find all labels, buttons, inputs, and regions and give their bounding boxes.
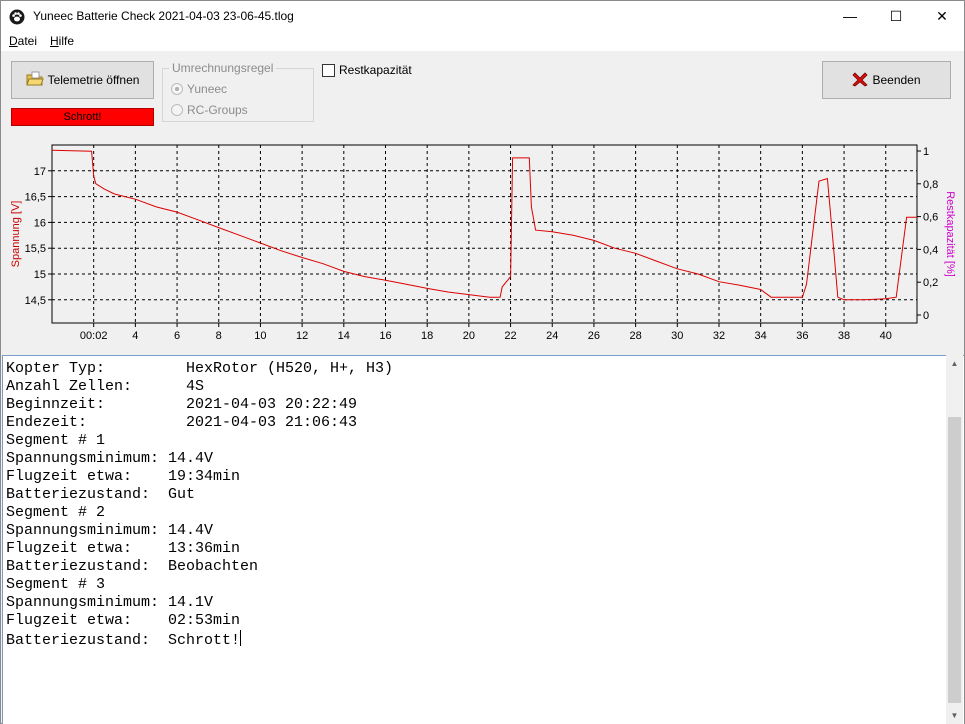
scroll-up-icon[interactable]: ▲	[946, 355, 963, 372]
menu-bar: Datei Hilfe	[1, 31, 964, 51]
log-line: Flugzeit etwa: 19:34min	[6, 468, 241, 485]
log-line: Batteriezustand: Gut	[6, 486, 196, 503]
menu-hilfe-accel: H	[50, 34, 59, 48]
x-tick-label: 32	[713, 330, 725, 342]
x-axis-ticks: 00:02 4 6 8 10 12 14 16 18 20 22 24 26 28 30 32 34 36 38 40	[80, 323, 892, 342]
radio-rc-groups[interactable]: RC-Groups	[171, 102, 248, 118]
y2-tick-label: 0,8	[923, 179, 938, 191]
y-tick-label: 15	[34, 269, 46, 281]
x-tick-label: 40	[880, 330, 892, 342]
y-tick-label: 15,5	[25, 243, 46, 255]
radio-yuneec[interactable]: Yuneec	[171, 81, 227, 97]
y2-axis-ticks: 1 0,8 0,6 0,4 0,2 0	[917, 146, 938, 322]
y-tick-label: 17	[34, 166, 46, 178]
minimize-button[interactable]: —	[827, 1, 873, 31]
checkbox-label: Restkapazität	[339, 63, 412, 77]
x-tick-label: 34	[755, 330, 767, 342]
x-tick-label: 38	[838, 330, 850, 342]
status-badge: Schrott!	[11, 108, 154, 126]
open-telemetry-button[interactable]: Telemetrie öffnen	[11, 61, 154, 99]
log-line: Segment # 2	[6, 504, 106, 521]
y2-tick-label: 0,2	[923, 277, 938, 289]
toolbar: Telemetrie öffnen Schrott! Umrechnungsre…	[1, 51, 964, 135]
radio-rc-groups-dot	[171, 104, 183, 116]
radio-rc-groups-label: RC-Groups	[187, 103, 248, 117]
red-x-icon	[852, 71, 869, 90]
quit-label: Beenden	[872, 73, 921, 87]
quit-button[interactable]: Beenden	[822, 61, 951, 99]
y-tick-label: 14,5	[25, 295, 46, 307]
menu-datei[interactable]: Datei	[9, 34, 37, 48]
x-tick-label: 28	[629, 330, 641, 342]
y2-tick-label: 0,4	[923, 244, 938, 256]
close-button[interactable]: ✕	[919, 1, 965, 31]
scroll-thumb[interactable]	[948, 417, 961, 703]
log-textarea[interactable]: Kopter Typ: HexRotor (H520, H+, H3) Anzah…	[2, 355, 964, 724]
x-tick-label: 14	[338, 330, 350, 342]
y-tick-label: 16	[34, 217, 46, 229]
log-line: Flugzeit etwa: 02:53min	[6, 612, 241, 629]
menu-datei-accel: D	[9, 34, 18, 48]
app-window: Yuneec Batterie Check 2021-04-03 23-06-4…	[0, 0, 965, 724]
x-tick-label: 16	[379, 330, 391, 342]
x-tick-label: 6	[174, 330, 180, 342]
conversion-group-title: Umrechnungsregel	[169, 61, 277, 75]
chart-svg: 00:02 4 6 8 10 12 14 16 18 20 22 24 26 28 30 32 34 36 38 40…	[10, 144, 956, 342]
log-line: Spannungsminimum: 14.4V	[6, 522, 214, 539]
voltage-chart: 00:02 4 6 8 10 12 14 16 18 20 22 24 26 28 30 32 34 36 38 40…	[1, 135, 964, 353]
log-line: Segment # 3	[6, 576, 106, 593]
y2-tick-label: 0	[923, 310, 929, 322]
x-tick-label: 36	[796, 330, 808, 342]
title-bar: Yuneec Batterie Check 2021-04-03 23-06-4…	[1, 1, 964, 31]
x-tick-label: 24	[546, 330, 558, 342]
x-tick-label: 20	[463, 330, 475, 342]
menu-hilfe[interactable]: Hilfe	[50, 34, 74, 48]
log-line: Beginnzeit: 2021-04-03 20:22:49	[6, 396, 358, 413]
y-axis-ticks: 17 16,5 16 15,5 15 14,5	[25, 166, 52, 307]
radio-yuneec-label: Yuneec	[187, 82, 228, 96]
y2-axis-label: Restkapazität [%]	[944, 191, 956, 277]
log-line: Segment # 1	[6, 432, 106, 449]
x-tick-label: 4	[132, 330, 138, 342]
log-line: Endezeit: 2021-04-03 21:06:43	[6, 414, 358, 431]
log-content: Kopter Typ: HexRotor (H520, H+, H3) Anzah…	[6, 360, 393, 650]
x-tick-label: 22	[504, 330, 516, 342]
x-tick-label: 12	[296, 330, 308, 342]
log-line: Anzahl Zellen: 4S	[6, 378, 205, 395]
menu-datei-label: atei	[17, 34, 38, 48]
y2-tick-label: 1	[923, 146, 929, 158]
folder-icon	[25, 71, 44, 90]
log-line: Batteriezustand: Beobachten	[6, 558, 259, 575]
restkapazitaet-checkbox[interactable]: Restkapazität	[322, 63, 412, 77]
x-tick-label: 8	[216, 330, 222, 342]
log-line: Batteriezustand: Schrott!	[6, 630, 242, 649]
log-line: Spannungsminimum: 14.4V	[6, 450, 214, 467]
x-tick-label: 30	[671, 330, 683, 342]
x-tick-label: 26	[588, 330, 600, 342]
vertical-scrollbar[interactable]: ▲ ▼	[946, 355, 963, 724]
menu-hilfe-label: ilfe	[58, 34, 75, 48]
y2-tick-label: 0,6	[923, 212, 938, 224]
log-line: Spannungsminimum: 14.1V	[6, 594, 214, 611]
text-caret	[240, 630, 242, 646]
x-tick-label: 18	[421, 330, 433, 342]
maximize-button[interactable]: ☐	[873, 1, 919, 31]
y-tick-label: 16,5	[25, 192, 46, 204]
scroll-down-icon[interactable]: ▼	[946, 707, 963, 724]
checkbox-box	[322, 63, 335, 77]
x-tick-label: 10	[254, 330, 266, 342]
log-line: Kopter Typ: HexRotor (H520, H+, H3)	[6, 360, 394, 377]
paw-icon	[9, 9, 25, 25]
x-tick-label: 00:02	[80, 330, 108, 342]
log-line: Flugzeit etwa: 13:36min	[6, 540, 241, 557]
open-telemetry-label: Telemetrie öffnen	[47, 73, 140, 87]
radio-yuneec-dot	[171, 83, 183, 95]
y-axis-label: Spannung [V]	[10, 201, 22, 268]
window-title: Yuneec Batterie Check 2021-04-03 23-06-4…	[33, 9, 294, 23]
